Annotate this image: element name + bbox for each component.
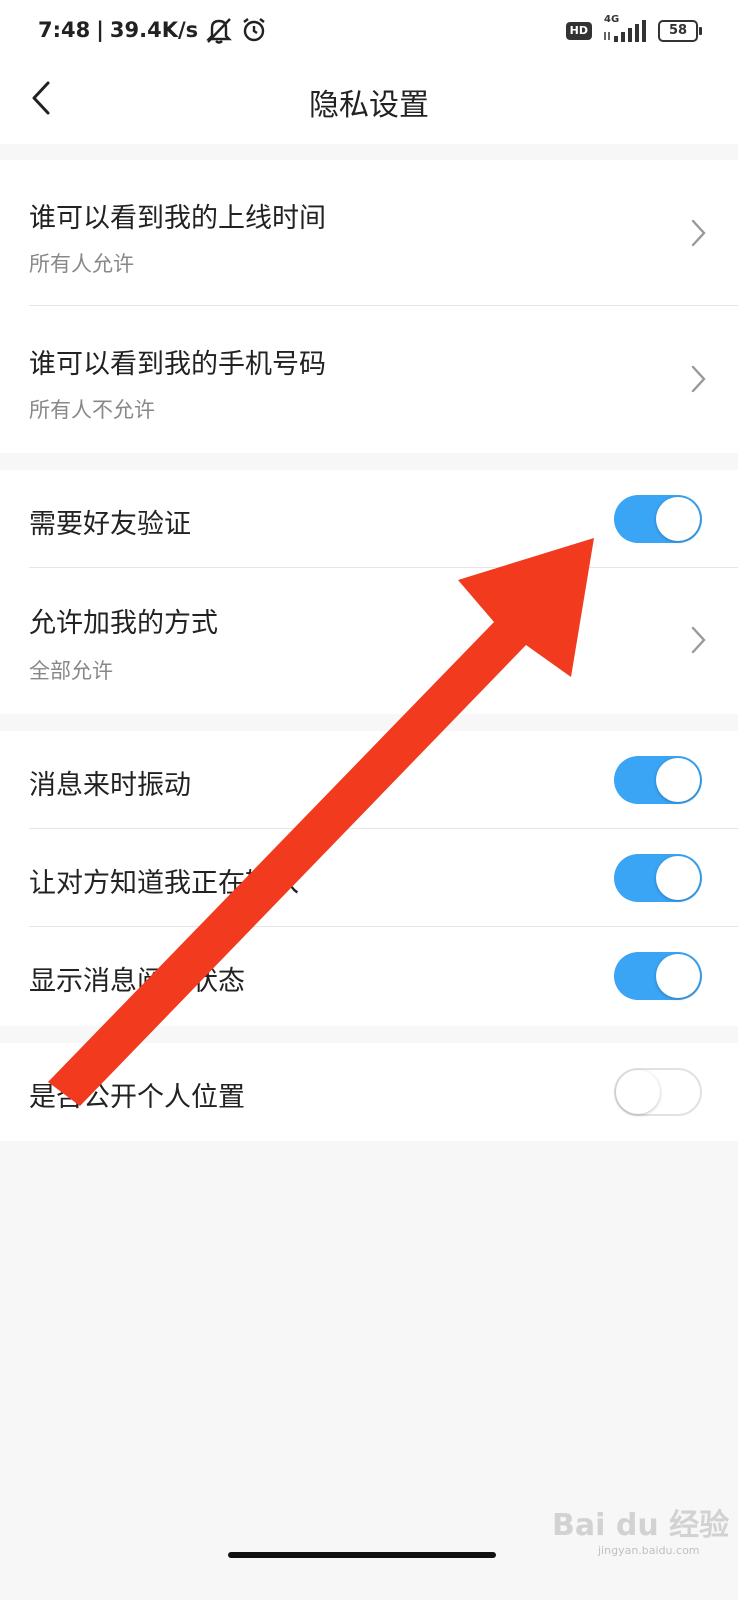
setting-row-add-methods[interactable]: 允许加我的方式 全部允许 xyxy=(0,568,738,714)
setting-row-phone-number[interactable]: 谁可以看到我的手机号码 所有人不允许 xyxy=(0,306,738,453)
toggle-knob xyxy=(656,856,700,900)
hd-badge: HD xyxy=(565,22,592,40)
settings-section-messages: 消息来时振动 让对方知道我正在输入 显示消息阅读状态 xyxy=(0,731,738,1026)
watermark-url: jingyan.baidu.com xyxy=(598,1544,700,1557)
setting-value: 所有人允许 xyxy=(29,252,134,276)
status-left: 7:48 | 39.4K/s xyxy=(38,16,268,44)
read-status-toggle[interactable] xyxy=(614,952,702,1000)
page-title: 隐私设置 xyxy=(309,88,429,123)
settings-section-location: 是否公开个人位置 xyxy=(0,1043,738,1141)
setting-title: 消息来时振动 xyxy=(29,770,191,801)
navigation-bar: 隐私设置 xyxy=(0,64,738,144)
chevron-right-icon xyxy=(691,626,706,654)
chevron-right-icon xyxy=(691,365,706,393)
setting-row-read-status[interactable]: 显示消息阅读状态 xyxy=(0,927,738,1026)
public-location-toggle[interactable] xyxy=(614,1068,702,1116)
toggle-knob xyxy=(656,497,700,541)
home-indicator[interactable] xyxy=(228,1552,496,1558)
setting-title: 谁可以看到我的上线时间 xyxy=(29,203,326,234)
setting-title: 显示消息阅读状态 xyxy=(29,966,245,997)
battery-level: 58 xyxy=(668,23,688,38)
status-time: 7:48 xyxy=(38,18,91,42)
battery-icon: 58 xyxy=(658,20,702,42)
setting-row-friend-verification[interactable]: 需要好友验证 xyxy=(0,470,738,568)
status-right: HD 4G 58 xyxy=(565,14,702,44)
setting-row-vibrate[interactable]: 消息来时振动 xyxy=(0,731,738,829)
setting-title: 让对方知道我正在输入 xyxy=(29,868,299,899)
chevron-right-icon xyxy=(691,219,706,247)
setting-value: 全部允许 xyxy=(29,659,113,683)
signal-icon xyxy=(604,20,646,42)
status-bar: 7:48 | 39.4K/s HD 4G 58 xyxy=(0,0,738,64)
vibrate-toggle[interactable] xyxy=(614,756,702,804)
settings-section-friends: 需要好友验证 允许加我的方式 全部允许 xyxy=(0,470,738,714)
setting-title: 需要好友验证 xyxy=(29,509,191,540)
typing-status-toggle[interactable] xyxy=(614,854,702,902)
alarm-icon xyxy=(243,18,265,42)
mute-icon xyxy=(206,18,233,44)
status-net-speed: 39.4K/s xyxy=(109,18,199,42)
friend-verification-toggle[interactable] xyxy=(614,495,702,543)
setting-row-online-time[interactable]: 谁可以看到我的上线时间 所有人允许 xyxy=(0,160,738,306)
signal-indicator: 4G xyxy=(602,14,648,44)
setting-title: 允许加我的方式 xyxy=(29,608,218,639)
settings-section-visibility: 谁可以看到我的上线时间 所有人允许 谁可以看到我的手机号码 所有人不允许 xyxy=(0,160,738,453)
setting-title: 是否公开个人位置 xyxy=(29,1082,245,1113)
toggle-knob xyxy=(656,954,700,998)
toggle-knob xyxy=(616,1070,660,1114)
toggle-knob xyxy=(656,758,700,802)
setting-value: 所有人不允许 xyxy=(29,398,155,422)
setting-row-typing-status[interactable]: 让对方知道我正在输入 xyxy=(0,829,738,927)
setting-title: 谁可以看到我的手机号码 xyxy=(29,349,326,380)
status-separator: | xyxy=(96,18,104,42)
setting-row-public-location[interactable]: 是否公开个人位置 xyxy=(0,1043,738,1141)
watermark-logo: Bai du 经验 xyxy=(552,1508,730,1543)
